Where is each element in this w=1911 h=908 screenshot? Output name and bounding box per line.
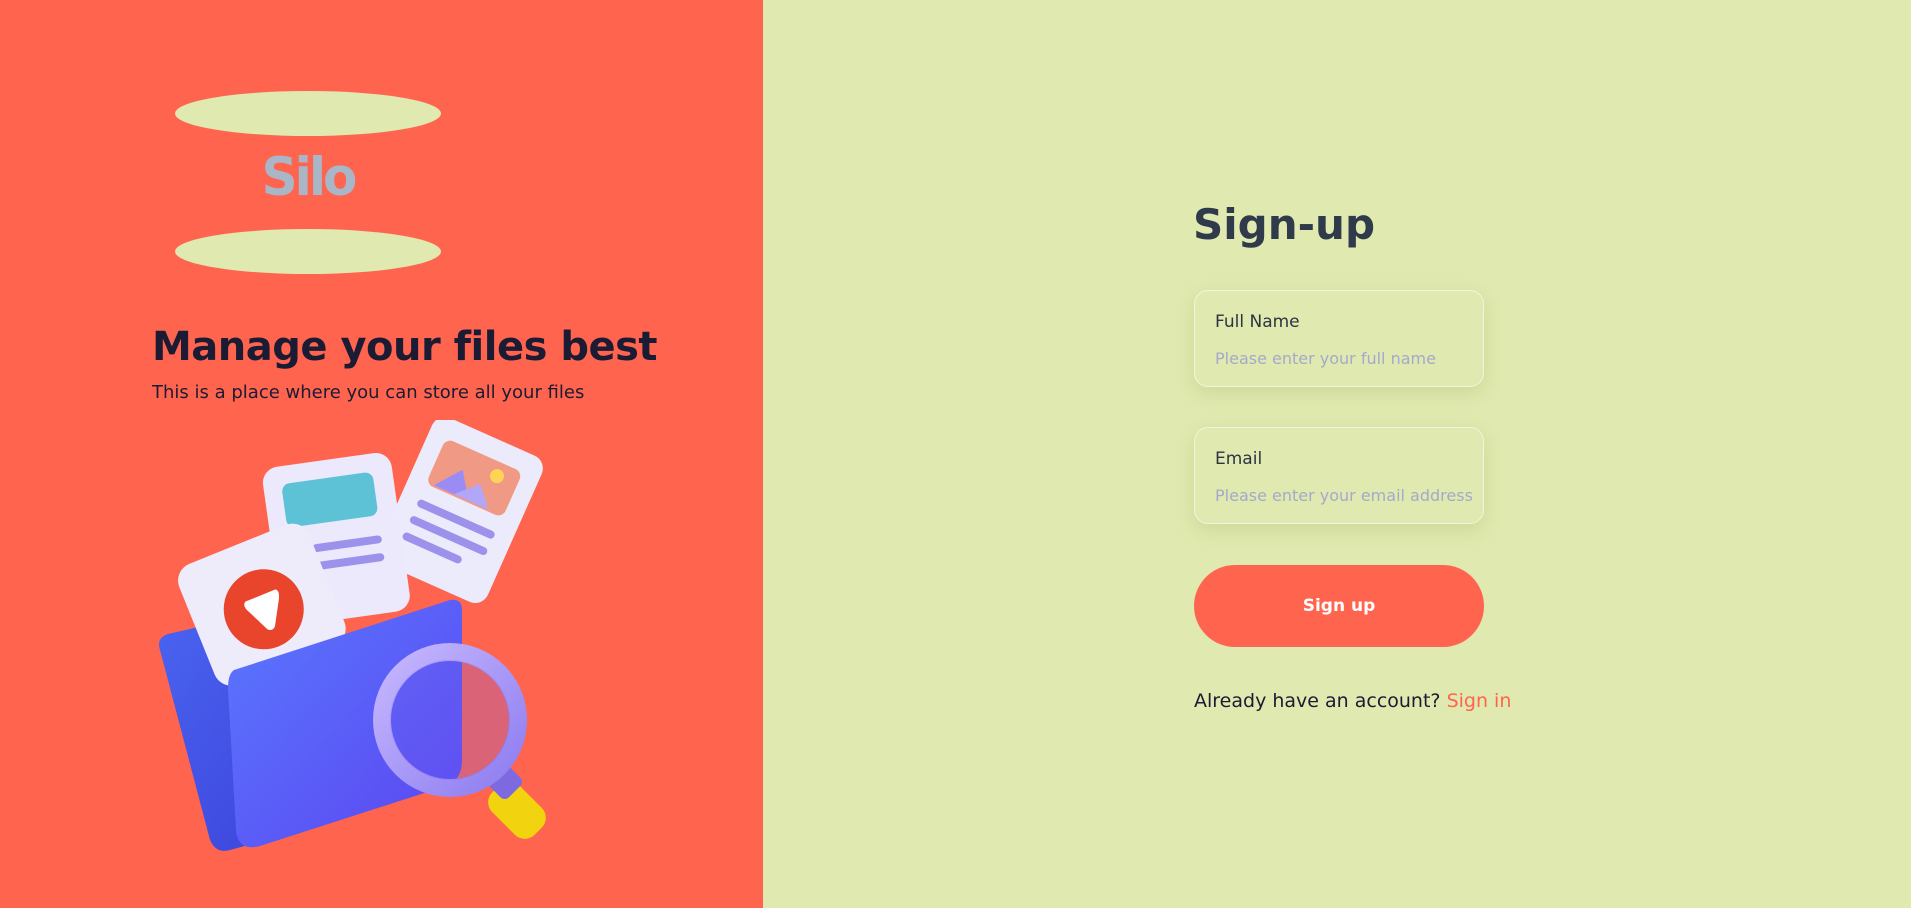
form-title: Sign-up [1193,200,1376,249]
email-label: Email [1215,449,1263,469]
account-prompt-text: Already have an account? [1194,690,1441,712]
sign-in-prompt: Already have an account? Sign in [1194,690,1511,712]
page-tagline: This is a place where you can store all … [152,382,585,403]
page-headline: Manage your files best [152,324,658,370]
logo-ellipse-top [175,91,441,136]
full-name-input[interactable] [1215,346,1475,370]
sign-up-button[interactable]: Sign up [1194,565,1484,647]
brand-panel: Silo Manage your files best This is a pl… [0,0,763,908]
email-field[interactable]: Email [1194,427,1484,524]
logo: Silo [261,146,358,208]
full-name-label: Full Name [1215,312,1300,332]
email-input[interactable] [1215,483,1475,507]
magnifier-icon [373,643,546,839]
sign-in-link[interactable]: Sign in [1447,690,1512,712]
logo-ellipse-bottom [175,229,441,274]
full-name-field[interactable]: Full Name [1194,290,1484,387]
folder-files-magnifier-icon [159,420,546,851]
